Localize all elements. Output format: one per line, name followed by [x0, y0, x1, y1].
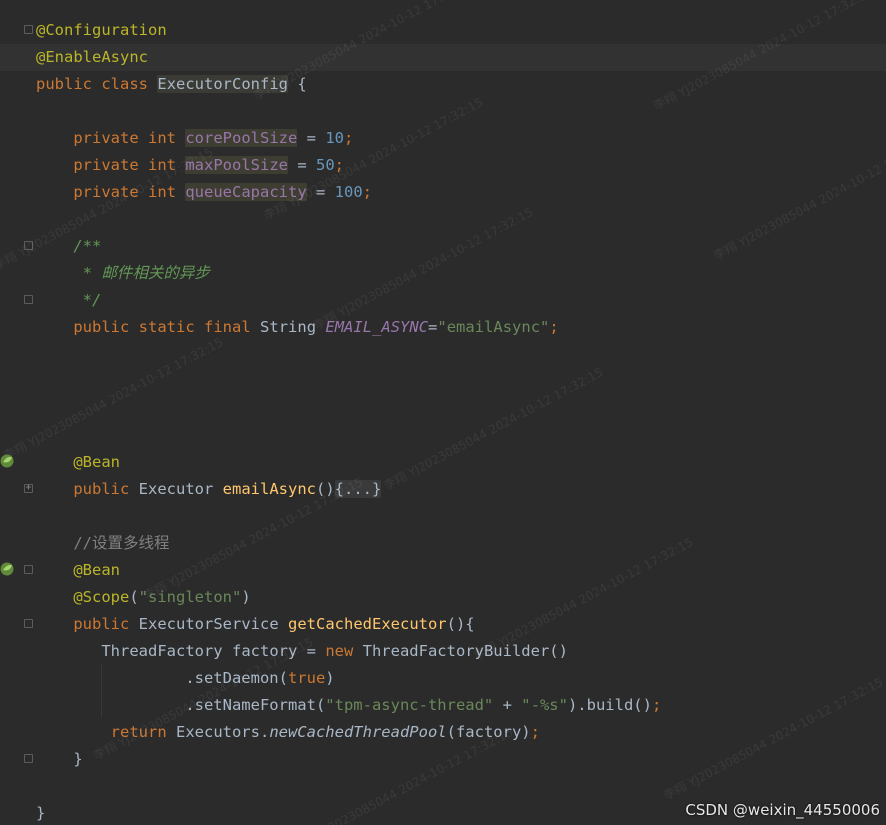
string-literal: "singleton" — [138, 588, 242, 606]
code-line[interactable]: ThreadFactory factory = new ThreadFactor… — [0, 638, 568, 665]
code-line[interactable]: */ — [0, 287, 102, 314]
string-literal: "tpm-async-thread" — [325, 696, 494, 714]
keyword: int — [148, 129, 176, 147]
semicolon: ; — [334, 156, 345, 174]
constructor-call: ThreadFactoryBuilder() — [353, 642, 568, 660]
code-line[interactable]: @Scope("singleton") — [0, 584, 250, 611]
operator: + — [493, 696, 522, 714]
keyword: private — [73, 183, 139, 201]
type-name: String — [260, 318, 317, 336]
operator: = — [297, 129, 326, 147]
constant-name: EMAIL_ASYNC — [325, 318, 429, 336]
code-line[interactable]: public class ExecutorConfig { — [0, 71, 307, 98]
doc-comment: /** — [73, 237, 102, 255]
line-comment: //设置多线程 — [73, 534, 170, 552]
csdn-credit-watermark: CSDN @weixin_44550006 — [685, 801, 880, 819]
parentheses-brace: (){ — [446, 615, 475, 633]
keyword: public — [73, 615, 130, 633]
code-line[interactable]: public Executor emailAsync(){...} — [0, 476, 382, 503]
parenthesis: ) — [241, 588, 251, 606]
keyword: return — [110, 723, 167, 741]
number-literal: 100 — [334, 183, 363, 201]
annotation: @Configuration — [36, 21, 167, 39]
code-line[interactable]: public ExecutorService getCachedExecutor… — [0, 611, 474, 638]
keyword: private — [73, 129, 139, 147]
boolean-literal: true — [287, 669, 326, 687]
variable-declaration: factory = — [222, 642, 326, 660]
annotation: @Bean — [73, 453, 120, 471]
code-editor[interactable]: + @Configuration @EnableAsync public cla… — [0, 0, 886, 825]
semicolon: ; — [651, 696, 662, 714]
method-call: ).build() — [567, 696, 652, 714]
type-name: ThreadFactory — [101, 642, 223, 660]
semicolon: ; — [362, 183, 373, 201]
code-line[interactable]: private int queueCapacity = 100; — [0, 179, 372, 206]
keyword: static — [138, 318, 195, 336]
doc-comment: */ — [73, 291, 102, 309]
code-line-current[interactable]: @EnableAsync — [0, 44, 886, 71]
folded-code-block[interactable]: {...} — [334, 480, 382, 498]
code-line[interactable]: } — [0, 800, 45, 825]
number-literal: 10 — [325, 129, 344, 147]
keyword: public — [73, 480, 130, 498]
arguments: (factory) — [446, 723, 531, 741]
keyword: new — [325, 642, 354, 660]
code-line[interactable]: //设置多线程 — [0, 530, 169, 557]
code-line[interactable]: } — [0, 746, 82, 773]
semicolon: ; — [344, 129, 354, 147]
keyword: int — [148, 183, 176, 201]
method-name: emailAsync — [222, 480, 316, 498]
class-reference: Executors. — [166, 723, 270, 741]
string-literal: "emailAsync" — [437, 318, 550, 336]
code-line[interactable]: public static final String EMAIL_ASYNC="… — [0, 314, 558, 341]
code-line[interactable]: * 邮件相关的异步 — [0, 260, 210, 287]
code-line[interactable]: @Bean — [0, 557, 120, 584]
keyword: class — [101, 75, 149, 93]
method-name: getCachedExecutor — [288, 615, 447, 633]
string-literal: "-%s" — [521, 696, 568, 714]
method-call: .setNameFormat( — [185, 696, 326, 714]
parentheses: () — [316, 480, 335, 498]
brace: } — [73, 750, 83, 768]
type-name: ExecutorService — [138, 615, 279, 633]
code-line[interactable]: private int corePoolSize = 10; — [0, 125, 353, 152]
number-literal: 50 — [316, 156, 335, 174]
watermark-text: 李翔 YJ20230850​44 2024-10-12 17:32:15 — [661, 674, 886, 803]
code-line[interactable]: @Bean — [0, 449, 120, 476]
annotation: @Scope — [73, 588, 130, 606]
field-name: maxPoolSize — [185, 156, 288, 174]
brace: { — [288, 75, 307, 93]
operator: = — [288, 156, 316, 174]
keyword: final — [204, 318, 251, 336]
parenthesis: ( — [129, 588, 139, 606]
code-line[interactable]: @Configuration — [0, 17, 167, 44]
semicolon: ; — [530, 723, 540, 741]
doc-comment: * 邮件相关的异步 — [73, 264, 210, 282]
watermark-text: 李翔 YJ20230850​44 2024-10-12 17:32:15 — [711, 134, 886, 263]
field-name: corePoolSize — [185, 129, 298, 147]
code-line[interactable]: .setNameFormat("tpm-async-thread" + "-%s… — [0, 692, 661, 719]
operator: = — [428, 318, 438, 336]
method-call: .setDaemon( — [185, 669, 288, 687]
field-name: queueCapacity — [185, 183, 307, 201]
code-line[interactable]: private int maxPoolSize = 50; — [0, 152, 344, 179]
watermark-text: 李翔 YJ20230850​44 2024-10-12 17:32:15 — [381, 364, 606, 493]
class-name: ExecutorConfig — [157, 75, 289, 93]
keyword: int — [148, 156, 176, 174]
keyword: public — [73, 318, 130, 336]
type-name: Executor — [138, 480, 214, 498]
code-line[interactable]: return Executors.newCachedThreadPool(fac… — [0, 719, 540, 746]
operator: = — [306, 183, 335, 201]
static-method-call: newCachedThreadPool — [269, 723, 447, 741]
code-line[interactable]: /** — [0, 233, 101, 260]
keyword: public — [36, 75, 92, 93]
parenthesis: ) — [325, 669, 335, 687]
annotation: @Bean — [73, 561, 120, 579]
brace: } — [36, 804, 46, 822]
keyword: private — [73, 156, 139, 174]
annotation: @EnableAsync — [36, 48, 148, 66]
semicolon: ; — [549, 318, 559, 336]
code-line[interactable]: .setDaemon(true) — [0, 665, 334, 692]
